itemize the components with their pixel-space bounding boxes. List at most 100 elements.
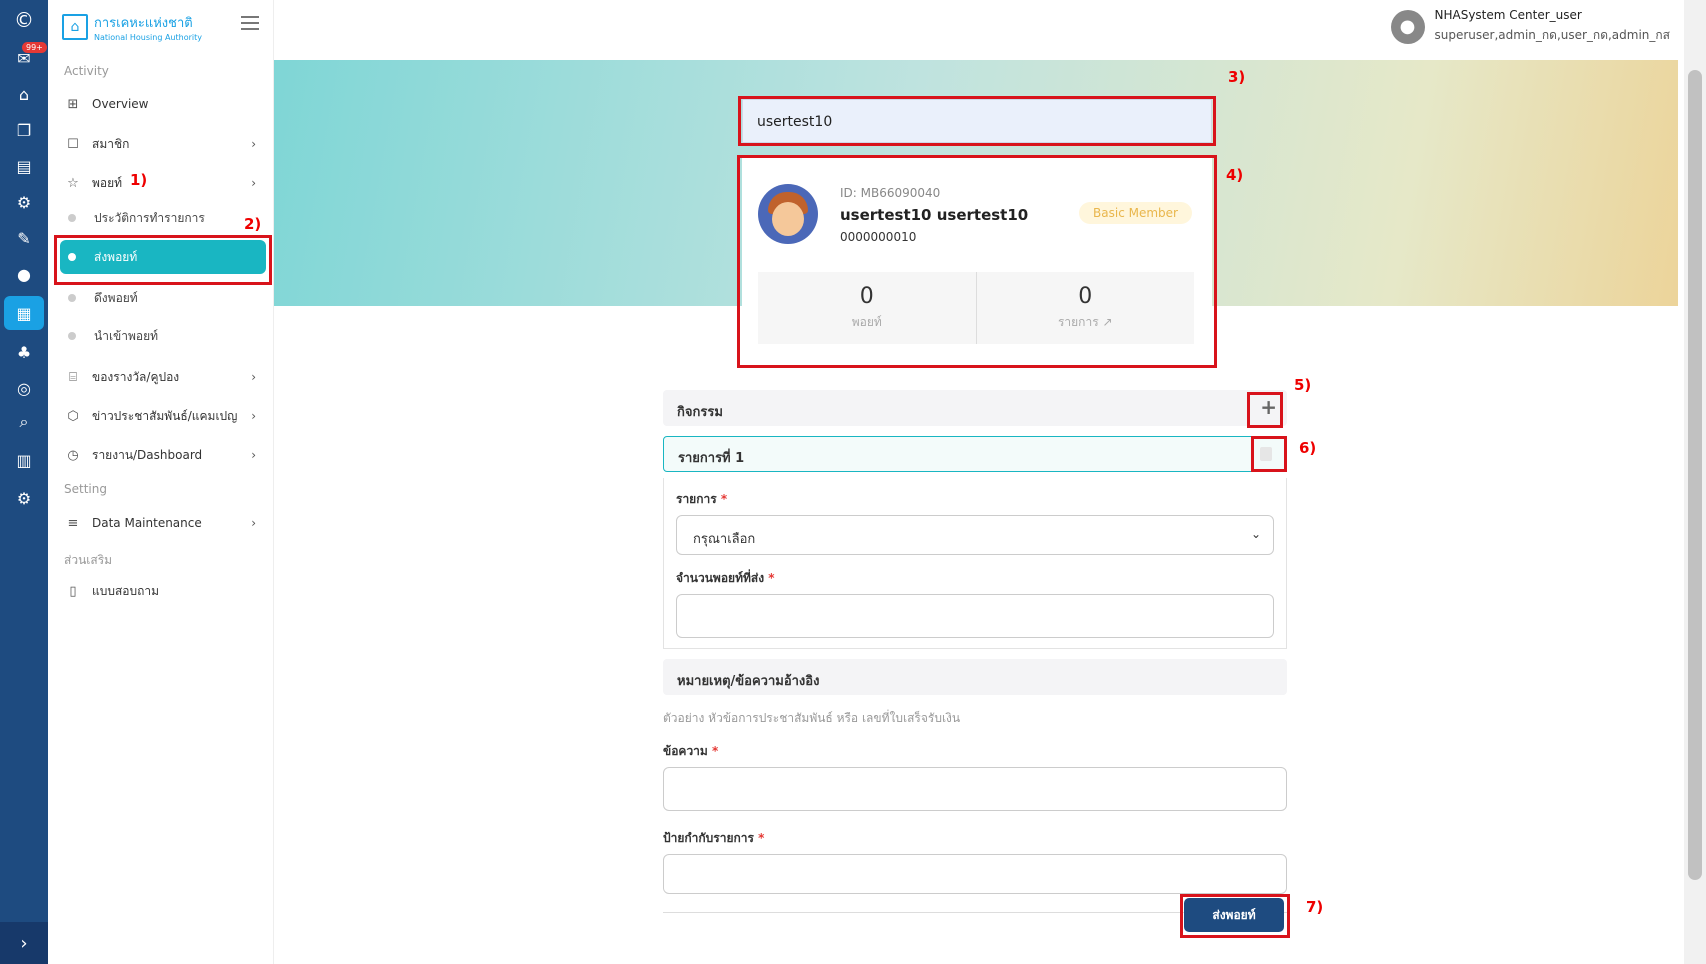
section-activity: Activity: [64, 64, 109, 78]
app-logo-icon[interactable]: ©: [12, 8, 36, 32]
highlight-box-2: [54, 235, 272, 285]
document-icon[interactable]: ▤: [12, 154, 36, 178]
sidebar-item-news[interactable]: ⬡ ข่าวประชาสัมพันธ์/แคมเปญ ›: [64, 404, 264, 428]
highlight-box-3: [738, 96, 1216, 146]
star-icon: ☆: [67, 175, 79, 191]
item-title: รายการที่ 1: [678, 451, 745, 466]
sidebar-item-label: Overview: [92, 97, 149, 111]
clock-icon: ◷: [67, 447, 79, 463]
points-amount-input[interactable]: [676, 594, 1274, 638]
item-header: รายการที่ 1: [663, 436, 1287, 472]
annotation-1: 1): [130, 171, 148, 189]
settings-gear-icon[interactable]: ⚙: [12, 190, 36, 214]
chart-icon[interactable]: ▥: [12, 448, 36, 472]
send-points-form: กิจกรรม + รายการที่ 1 รายการ * กรุณาเลือ…: [663, 390, 1287, 913]
member-icon: ☐: [67, 136, 79, 152]
logo-subtitle: National Housing Authority: [94, 33, 202, 42]
activity-label: กิจกรรม: [677, 405, 723, 420]
menu-toggle-icon[interactable]: [241, 16, 259, 34]
note-hint: ตัวอย่าง หัวข้อการประชาสัมพันธ์ หรือ เลข…: [663, 711, 961, 725]
notification-badge: 99+: [22, 42, 47, 53]
highlight-box-4: [737, 155, 1217, 368]
sidebar-subitem-label: ประวัติการทำรายการ: [94, 210, 205, 225]
sidebar-subitem-label: ดึงพอยท์: [94, 290, 138, 305]
cogs-icon[interactable]: ⚙: [12, 486, 36, 510]
sidebar-item-points[interactable]: ☆ พอยท์ ›: [64, 171, 264, 195]
dashboard-add-icon[interactable]: ▦: [4, 296, 44, 330]
points-amount-label: จำนวนพอยท์ที่ส่ง: [676, 571, 765, 585]
highlight-box-6: [1251, 436, 1287, 472]
message-input[interactable]: [663, 767, 1287, 811]
sidebar-subitem-import-points[interactable]: นำเข้าพอยท์: [68, 325, 268, 347]
sidebar-item-label: ข่าวประชาสัมพันธ์/แคมเปญ: [92, 408, 238, 423]
sidebar-item-label: รายงาน/Dashboard: [92, 447, 203, 462]
note-section: หมายเหตุ/ข้อความอ้างอิง: [663, 659, 1287, 695]
sidebar-item-rewards[interactable]: ⌸ ของรางวัล/คูปอง ›: [64, 365, 264, 389]
tag-label: ป้ายกำกับรายการ: [663, 831, 754, 845]
note-section-title: หมายเหตุ/ข้อความอ้างอิง: [677, 674, 820, 689]
search-icon[interactable]: ⌕: [12, 410, 36, 434]
message-label: ข้อความ: [663, 744, 708, 758]
chevron-right-icon: ›: [251, 448, 256, 462]
box-icon: ⬡: [67, 408, 79, 424]
file-icon: ▯: [69, 583, 77, 599]
sidebar-item-survey[interactable]: ▯ แบบสอบถาม: [64, 579, 264, 603]
item-select-label: รายการ: [676, 492, 717, 506]
section-extra: ส่วนเสริม: [64, 553, 113, 567]
tag-input[interactable]: [663, 854, 1287, 894]
grid-icon: ⊞: [67, 96, 79, 112]
brand-logo[interactable]: ⌂ การเคหะแห่งชาติ National Housing Autho…: [62, 12, 202, 42]
bullet-icon: [68, 332, 76, 340]
expand-icon[interactable]: ›: [0, 922, 48, 964]
chevron-right-icon: ›: [251, 516, 256, 530]
edit-list-icon[interactable]: ✎: [12, 226, 36, 250]
group-icon[interactable]: ♣: [12, 340, 36, 364]
avatar-icon: ●: [1390, 9, 1425, 44]
chevron-right-icon: ›: [251, 176, 256, 190]
sidebar-item-label: Data Maintenance: [92, 516, 202, 530]
gift-icon: ⌸: [69, 369, 77, 385]
sidebar-item-label: พอยท์: [92, 175, 123, 190]
user-icon[interactable]: ●: [12, 262, 36, 286]
user-name: NHASystem Center_user: [1434, 8, 1582, 22]
sidebar-item-data-maintenance[interactable]: ≡ Data Maintenance ›: [64, 511, 264, 535]
sidebar-item-label: ของรางวัล/คูปอง: [92, 369, 180, 384]
chevron-down-icon: ⌄: [1250, 527, 1261, 541]
sidebar-item-members[interactable]: ☐ สมาชิก ›: [64, 132, 264, 156]
activity-section: กิจกรรม +: [663, 390, 1287, 426]
sidebar-item-label: สมาชิก: [92, 136, 130, 151]
annotation-6: 6): [1299, 439, 1317, 457]
nha-logo-icon: ⌂: [62, 14, 88, 40]
sidebar-subitem-history[interactable]: ประวัติการทำรายการ: [68, 207, 268, 229]
highlight-box-7: [1180, 894, 1290, 938]
section-setting: Setting: [64, 482, 107, 496]
user-menu[interactable]: ● NHASystem Center_user superuser,admin_…: [1390, 8, 1671, 45]
scrollbar-thumb[interactable]: [1688, 70, 1702, 880]
icon-rail: © ✉ 99+ ⌂ ❐ ▤ ⚙ ✎ ● ▦ ♣ ◎ ⌕ ▥ ⚙ ›: [0, 0, 48, 964]
annotation-3: 3): [1228, 68, 1246, 86]
item-select[interactable]: กรุณาเลือก ⌄: [676, 515, 1274, 555]
highlight-box-5: [1247, 392, 1283, 428]
sidebar-item-overview[interactable]: ⊞ Overview: [64, 92, 264, 116]
annotation-2: 2): [244, 215, 262, 233]
sidebar: ⌂ การเคหะแห่งชาติ National Housing Autho…: [48, 0, 274, 964]
sidebar-subitem-pull-points[interactable]: ดึงพอยท์: [68, 287, 268, 309]
sidebar-item-reports[interactable]: ◷ รายงาน/Dashboard ›: [64, 443, 264, 467]
sidebar-subitem-label: นำเข้าพอยท์: [94, 328, 159, 343]
top-bar: ● NHASystem Center_user superuser,admin_…: [274, 0, 1684, 60]
page-scrollbar[interactable]: [1684, 0, 1706, 964]
chevron-right-icon: ›: [251, 409, 256, 423]
annotation-5: 5): [1294, 376, 1312, 394]
sidebar-item-label: แบบสอบถาม: [92, 583, 160, 598]
item-body: รายการ * กรุณาเลือก ⌄ จำนวนพอยท์ที่ส่ง *: [663, 478, 1287, 649]
logo-title: การเคหะแห่งชาติ: [94, 16, 193, 31]
chevron-right-icon: ›: [251, 370, 256, 384]
chevron-right-icon: ›: [251, 137, 256, 151]
copy-icon[interactable]: ❐: [12, 118, 36, 142]
bullet-icon: [68, 294, 76, 302]
bullet-icon: [68, 214, 76, 222]
user-roles: superuser,admin_กด,user_กด,admin_กส: [1434, 28, 1671, 42]
annotation-7: 7): [1306, 898, 1324, 916]
support-icon[interactable]: ◎: [12, 376, 36, 400]
home-icon[interactable]: ⌂: [12, 82, 36, 106]
